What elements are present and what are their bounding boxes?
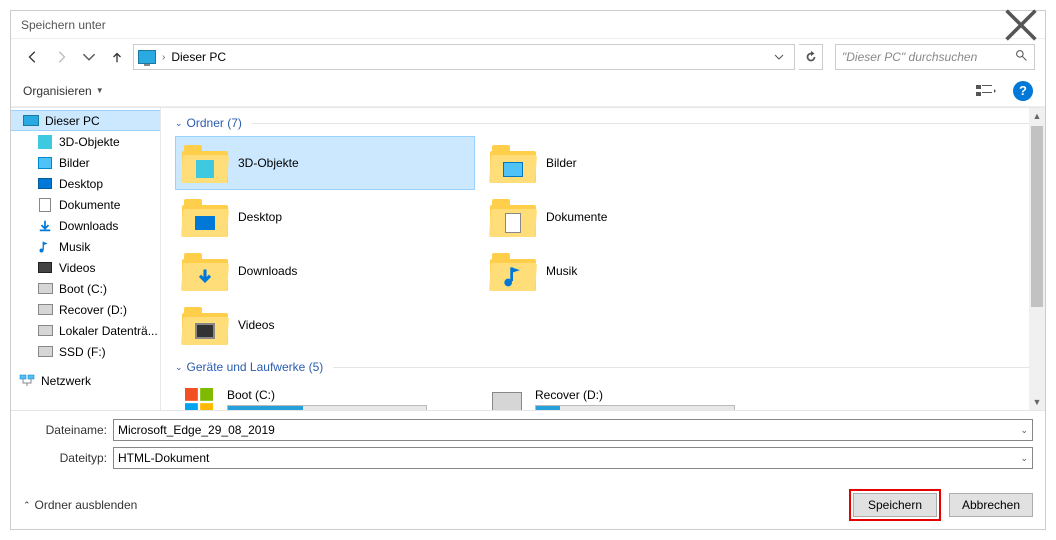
pc-icon — [23, 115, 39, 126]
up-button[interactable] — [105, 45, 129, 69]
folder-music[interactable]: Musik — [483, 244, 783, 298]
folder-pictures[interactable]: Bilder — [483, 136, 783, 190]
folder-3d-objects[interactable]: 3D-Objekte — [175, 136, 475, 190]
save-button-highlight: Speichern — [849, 489, 941, 521]
filename-input[interactable]: Microsoft_Edge_29_08_2019 ⌄ — [113, 419, 1033, 441]
drive-recover-d[interactable]: Recover (D:) — [483, 380, 783, 410]
3d-icon — [38, 135, 52, 149]
usage-bar — [535, 405, 735, 411]
navigation-bar: › Dieser PC "Dieser PC" durchsuchen — [11, 39, 1045, 75]
folder-icon — [182, 143, 228, 183]
chevron-right-icon: › — [162, 52, 165, 63]
back-button[interactable] — [21, 45, 45, 69]
usage-bar — [227, 405, 427, 411]
folder-icon — [182, 197, 228, 237]
drive-boot-c[interactable]: Boot (C:) — [175, 380, 475, 410]
dialog-footer: ⌃ Ordner ausblenden Speichern Abbrechen — [11, 481, 1045, 529]
tree-item-3d-objects[interactable]: 3D-Objekte — [11, 131, 160, 152]
network-icon — [19, 373, 35, 389]
chevron-down-icon[interactable]: ⌄ — [1020, 453, 1028, 464]
save-as-dialog: Speichern unter › Dieser PC "Dieser PC" … — [10, 10, 1046, 530]
tree-item-drive-f[interactable]: SSD (F:) — [11, 341, 160, 362]
group-header-drives[interactable]: ⌄ Geräte und Laufwerke (5) — [175, 360, 1029, 374]
filename-label: Dateiname: — [23, 423, 113, 437]
downloads-icon — [37, 218, 53, 234]
chevron-down-icon: ⌄ — [175, 362, 183, 373]
chevron-down-icon: ▼ — [96, 86, 104, 95]
tree-item-drive-d[interactable]: Recover (D:) — [11, 299, 160, 320]
window-title: Speichern unter — [21, 18, 1003, 32]
scroll-up-icon[interactable]: ▲ — [1029, 108, 1045, 124]
chevron-down-icon: ⌄ — [175, 118, 183, 129]
refresh-button[interactable] — [799, 44, 823, 70]
chevron-down-icon[interactable]: ⌄ — [1020, 425, 1028, 436]
group-header-folders[interactable]: ⌄ Ordner (7) — [175, 116, 1029, 130]
organize-menu[interactable]: Organisieren ▼ — [23, 84, 104, 98]
location-text: Dieser PC — [171, 50, 226, 64]
toolbar: Organisieren ▼ ? — [11, 75, 1045, 107]
desktop-icon — [38, 178, 52, 189]
scrollbar-thumb[interactable] — [1031, 126, 1043, 307]
navigation-tree[interactable]: Dieser PC 3D-Objekte Bilder Desktop Doku… — [11, 108, 161, 410]
windows-drive-icon — [181, 384, 217, 410]
drive-icon — [489, 384, 525, 410]
search-icon — [1015, 49, 1028, 65]
drive-icon — [38, 325, 53, 336]
vertical-scrollbar[interactable]: ▲ ▼ — [1029, 108, 1045, 410]
recent-dropdown[interactable] — [77, 45, 101, 69]
tree-item-network[interactable]: Netzwerk — [11, 370, 160, 391]
folder-downloads[interactable]: Downloads — [175, 244, 475, 298]
folder-icon — [490, 143, 536, 183]
documents-icon — [39, 198, 51, 212]
tree-item-downloads[interactable]: Downloads — [11, 215, 160, 236]
folder-documents[interactable]: Dokumente — [483, 190, 783, 244]
pictures-icon — [38, 157, 52, 169]
tree-item-pictures[interactable]: Bilder — [11, 152, 160, 173]
tree-item-music[interactable]: Musik — [11, 236, 160, 257]
folder-icon — [490, 197, 536, 237]
filename-panel: Dateiname: Microsoft_Edge_29_08_2019 ⌄ D… — [11, 410, 1045, 481]
search-input[interactable]: "Dieser PC" durchsuchen — [835, 44, 1035, 70]
music-icon — [37, 239, 53, 255]
pc-icon — [138, 50, 156, 64]
titlebar: Speichern unter — [11, 11, 1045, 39]
tree-item-drive-c[interactable]: Boot (C:) — [11, 278, 160, 299]
save-button[interactable]: Speichern — [853, 493, 937, 517]
folder-videos[interactable]: Videos — [175, 298, 475, 352]
folder-icon — [182, 251, 228, 291]
folder-icon — [182, 305, 228, 345]
address-bar[interactable]: › Dieser PC — [133, 44, 795, 70]
forward-button[interactable] — [49, 45, 73, 69]
filetype-label: Dateityp: — [23, 451, 113, 465]
drive-icon — [38, 346, 53, 357]
help-button[interactable]: ? — [1013, 81, 1033, 101]
tree-item-videos[interactable]: Videos — [11, 257, 160, 278]
drive-icon — [38, 304, 53, 315]
drive-icon — [38, 283, 53, 294]
cancel-button[interactable]: Abbrechen — [949, 493, 1033, 517]
scroll-down-icon[interactable]: ▼ — [1029, 394, 1045, 410]
view-options-button[interactable] — [969, 80, 1003, 102]
tree-item-local-disk[interactable]: Lokaler Datenträ... — [11, 320, 160, 341]
folder-desktop[interactable]: Desktop — [175, 190, 475, 244]
videos-icon — [38, 262, 52, 273]
folder-icon — [490, 251, 536, 291]
tree-item-documents[interactable]: Dokumente — [11, 194, 160, 215]
filetype-select[interactable]: HTML-Dokument ⌄ — [113, 447, 1033, 469]
file-list-area: ⌄ Ordner (7) 3D-Objekte Bilder — [161, 108, 1045, 410]
chevron-up-icon: ⌃ — [23, 500, 31, 511]
hide-folders-toggle[interactable]: ⌃ Ordner ausblenden — [23, 498, 137, 512]
address-dropdown[interactable] — [768, 52, 790, 62]
tree-item-this-pc[interactable]: Dieser PC — [11, 110, 160, 131]
close-button[interactable] — [1003, 13, 1039, 37]
tree-item-desktop[interactable]: Desktop — [11, 173, 160, 194]
search-placeholder: "Dieser PC" durchsuchen — [842, 50, 1015, 64]
